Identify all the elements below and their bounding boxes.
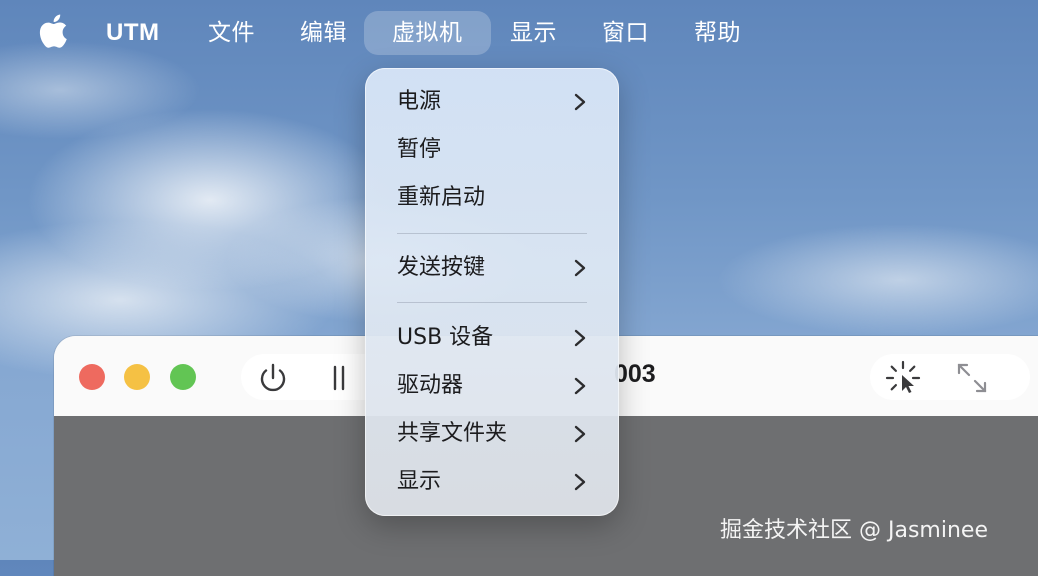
menu-item-usb-devices[interactable]: USB 设备 (365, 316, 619, 360)
menu-item-restart[interactable]: 重新启动 (365, 176, 619, 220)
chevron-right-icon (574, 329, 586, 347)
virtual-machine-menu-dropdown: 电源 暂停 重新启动 发送按键 USB 设备 驱动器 共享文件夹 显示 (365, 68, 619, 516)
close-window-button[interactable] (79, 364, 105, 390)
menu-item-send-keys[interactable]: 发送按键 (365, 246, 619, 290)
menu-item-label: 显示 (397, 469, 442, 494)
chevron-right-icon (574, 93, 586, 111)
menu-item-display[interactable]: 显示 (365, 460, 619, 504)
chevron-right-icon (574, 259, 586, 277)
menu-file[interactable]: 文件 (194, 11, 269, 55)
menu-bar: UTM 文件 编辑 虚拟机 显示 窗口 帮助 (0, 0, 1038, 66)
zoom-window-button[interactable] (170, 364, 196, 390)
watermark-text: 掘金技术社区 @ Jasminee (720, 518, 988, 543)
power-icon[interactable] (255, 360, 291, 396)
menu-virtual-machine[interactable]: 虚拟机 (364, 11, 491, 55)
menu-item-label: 驱动器 (397, 373, 464, 398)
menu-item-label: 暂停 (397, 137, 442, 162)
chevron-right-icon (574, 377, 586, 395)
cursor-capture-icon[interactable] (884, 359, 922, 397)
menu-separator (397, 233, 587, 234)
fullscreen-icon[interactable] (954, 360, 990, 396)
menu-item-drives[interactable]: 驱动器 (365, 364, 619, 408)
menu-item-pause[interactable]: 暂停 (365, 128, 619, 172)
chevron-right-icon (574, 425, 586, 443)
menu-display[interactable]: 显示 (496, 11, 571, 55)
menu-item-shared-folder[interactable]: 共享文件夹 (365, 412, 619, 456)
menu-item-power[interactable]: 电源 (365, 80, 619, 124)
menu-item-label: 共享文件夹 (397, 421, 508, 446)
menu-edit[interactable]: 编辑 (286, 11, 361, 55)
vm-view-control-group (870, 354, 1030, 400)
menu-help[interactable]: 帮助 (680, 11, 755, 55)
apple-logo-icon[interactable] (38, 14, 68, 48)
menu-window[interactable]: 窗口 (588, 11, 663, 55)
menu-item-label: 电源 (397, 89, 442, 114)
chevron-right-icon (574, 473, 586, 491)
menu-separator (397, 302, 587, 303)
vm-window-title: 003 (614, 360, 656, 388)
menu-item-label: 发送按键 (397, 255, 486, 280)
pause-icon[interactable] (327, 364, 351, 392)
menu-app-utm[interactable]: UTM (92, 11, 173, 55)
minimize-window-button[interactable] (124, 364, 150, 390)
menu-item-label: 重新启动 (397, 185, 486, 210)
menu-item-label: USB 设备 (397, 325, 494, 350)
